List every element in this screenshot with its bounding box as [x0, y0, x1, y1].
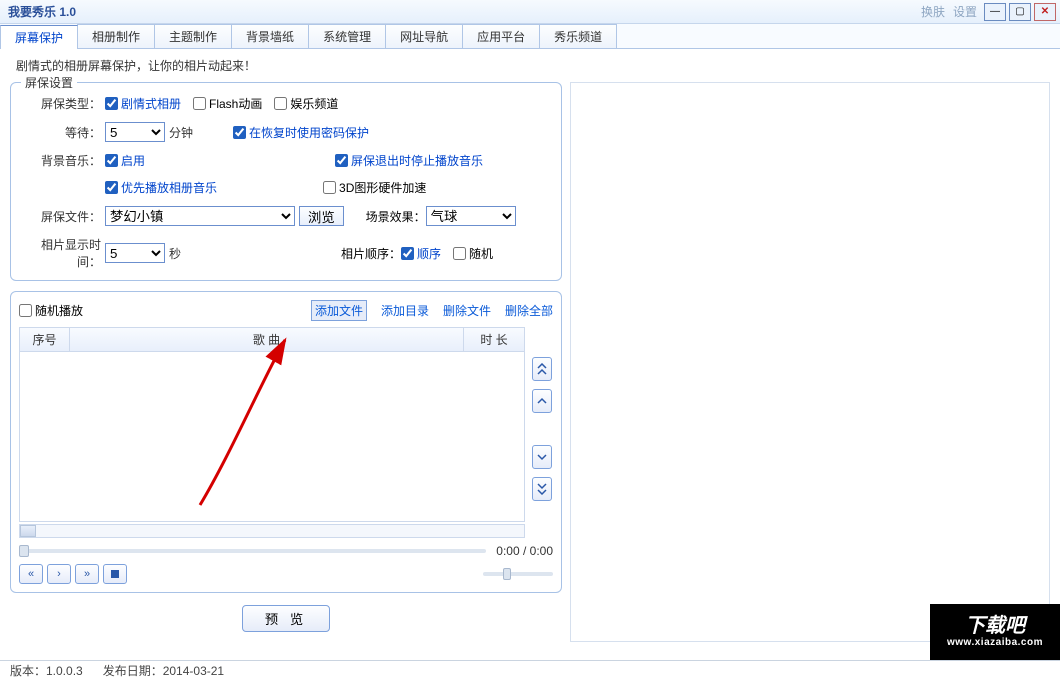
file-select[interactable]: 梦幻小镇	[105, 206, 295, 226]
tab-wallpaper[interactable]: 背景墙纸	[231, 24, 309, 48]
settings-link[interactable]: 设置	[953, 3, 977, 20]
volume-slider[interactable]	[483, 572, 553, 576]
label-scene: 场景效果：	[366, 208, 426, 225]
chevron-up-icon	[537, 397, 547, 405]
chevrons-down-icon	[537, 483, 547, 495]
check-enable-music[interactable]: 启用	[105, 152, 145, 169]
status-version: 版本：1.0.0.3	[10, 662, 83, 679]
type-story[interactable]: 剧情式相册	[105, 95, 181, 112]
tab-platform[interactable]: 应用平台	[462, 24, 540, 48]
tab-system[interactable]: 系统管理	[308, 24, 386, 48]
move-top-button[interactable]	[532, 357, 552, 381]
add-dir-button[interactable]: 添加目录	[381, 302, 429, 319]
type-flash[interactable]: Flash动画	[193, 95, 262, 112]
tab-screensaver[interactable]: 屏幕保护	[0, 25, 78, 49]
watermark-url: www.xiazaiba.com	[947, 638, 1043, 648]
tab-urlnav[interactable]: 网址导航	[385, 24, 463, 48]
stop-button[interactable]	[103, 564, 127, 584]
check-shuffle[interactable]: 随机播放	[19, 302, 83, 319]
tab-theme[interactable]: 主题制作	[154, 24, 232, 48]
tab-channel[interactable]: 秀乐频道	[539, 24, 617, 48]
delete-file-button[interactable]: 删除文件	[443, 302, 491, 319]
status-date: 发布日期：2014-03-21	[103, 662, 224, 679]
move-up-button[interactable]	[532, 389, 552, 413]
col-song[interactable]: 歌 曲	[70, 328, 464, 351]
watermark-text: 下载吧	[965, 616, 1025, 636]
col-index[interactable]: 序号	[20, 328, 70, 351]
maximize-button[interactable]: ▢	[1009, 3, 1031, 21]
label-photo-time: 相片显示时间：	[21, 236, 101, 270]
label-type: 屏保类型：	[21, 95, 101, 112]
playlist-header: 序号 歌 曲 时 长	[19, 327, 525, 352]
window-title: 我要秀乐 1.0	[4, 3, 917, 20]
close-button[interactable]: ✕	[1034, 3, 1056, 21]
delete-all-button[interactable]: 删除全部	[505, 302, 553, 319]
check-prefer-album-music[interactable]: 优先播放相册音乐	[105, 179, 217, 196]
chevrons-up-icon	[537, 363, 547, 375]
label-file: 屏保文件：	[21, 208, 101, 225]
status-bar: 版本：1.0.0.3 发布日期：2014-03-21	[0, 660, 1060, 680]
page-hint: 剧情式的相册屏幕保护，让你的相片动起来！	[0, 49, 1060, 82]
check-3d-hw[interactable]: 3D图形硬件加速	[323, 179, 426, 196]
move-bottom-button[interactable]	[532, 477, 552, 501]
photo-time-unit: 秒	[169, 245, 181, 262]
order-seq[interactable]: 顺序	[401, 245, 441, 262]
type-ent[interactable]: 娱乐频道	[274, 95, 338, 112]
watermark: 下载吧 www.xiazaiba.com	[930, 604, 1060, 660]
playlist-table: 序号 歌 曲 时 长	[19, 327, 525, 538]
screensaver-settings-group: 屏保设置 屏保类型： 剧情式相册 Flash动画 娱乐频道 等待： 5 分钟 在…	[10, 82, 562, 281]
prev-button[interactable]: «	[19, 564, 43, 584]
label-order: 相片顺序：	[341, 245, 401, 262]
next-button[interactable]: »	[75, 564, 99, 584]
preview-button[interactable]: 预 览	[242, 605, 330, 632]
skin-link[interactable]: 换肤	[921, 3, 945, 20]
horizontal-scrollbar[interactable]	[19, 524, 525, 538]
col-duration[interactable]: 时 长	[464, 328, 524, 351]
check-stop-music-on-exit[interactable]: 屏保退出时停止播放音乐	[335, 152, 483, 169]
order-rand[interactable]: 随机	[453, 245, 493, 262]
time-display: 0:00 / 0:00	[496, 544, 553, 558]
scene-select[interactable]: 气球	[426, 206, 516, 226]
preview-pane	[570, 82, 1050, 642]
reorder-buttons	[525, 327, 553, 538]
label-bgmusic: 背景音乐：	[21, 152, 101, 169]
playlist-body[interactable]	[19, 352, 525, 522]
minimize-button[interactable]: —	[984, 3, 1006, 21]
chevron-down-icon	[537, 453, 547, 461]
main-tabs: 屏幕保护 相册制作 主题制作 背景墙纸 系统管理 网址导航 应用平台 秀乐频道	[0, 24, 1060, 49]
play-button[interactable]: ›	[47, 564, 71, 584]
browse-button[interactable]: 浏览	[299, 206, 344, 226]
label-wait: 等待：	[21, 124, 101, 141]
progress-slider[interactable]	[19, 549, 486, 553]
wait-unit: 分钟	[169, 124, 193, 141]
wait-select[interactable]: 5	[105, 122, 165, 142]
tab-album[interactable]: 相册制作	[77, 24, 155, 48]
group-title: 屏保设置	[21, 74, 77, 91]
stop-icon	[111, 570, 119, 578]
photo-time-select[interactable]: 5	[105, 243, 165, 263]
titlebar: 我要秀乐 1.0 换肤 设置 — ▢ ✕	[0, 0, 1060, 24]
move-down-button[interactable]	[532, 445, 552, 469]
playlist-group: 随机播放 添加文件 添加目录 删除文件 删除全部 序号 歌 曲 时 长	[10, 291, 562, 593]
check-password[interactable]: 在恢复时使用密码保护	[233, 124, 369, 141]
add-file-button[interactable]: 添加文件	[311, 300, 367, 321]
